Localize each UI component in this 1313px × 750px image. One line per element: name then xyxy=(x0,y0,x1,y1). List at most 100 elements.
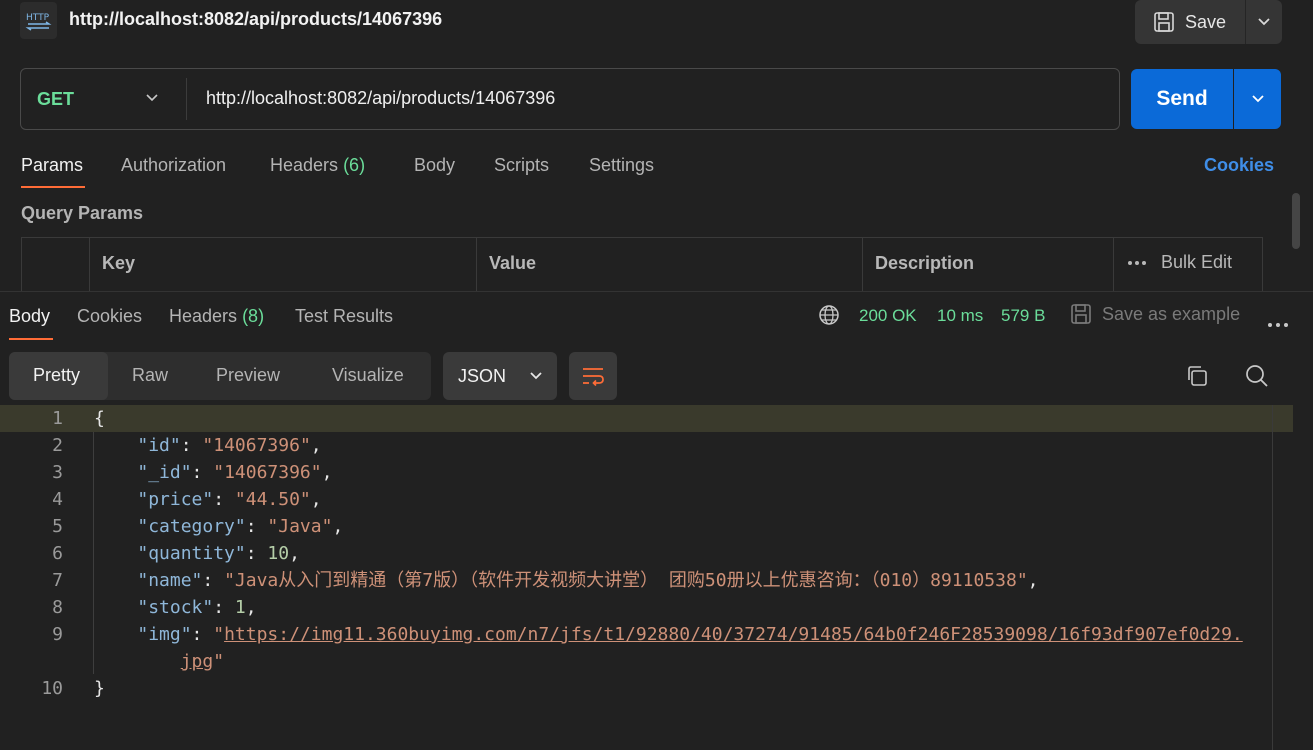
tab-settings[interactable]: Settings xyxy=(589,155,654,176)
line-number: 1 xyxy=(52,408,63,429)
save-icon xyxy=(1154,12,1174,32)
code-text: "id": "14067396", xyxy=(137,435,322,456)
json-value: 1 xyxy=(234,597,246,618)
json-key: "category" xyxy=(137,516,246,537)
tab-scripts[interactable]: Scripts xyxy=(494,155,549,176)
headers-count: (6) xyxy=(343,155,366,175)
code-line: 7 "name": "Java从入门到精通（第7版）（软件开发视频大讲堂） 团购… xyxy=(0,567,1293,594)
response-tab-body[interactable]: Body xyxy=(9,306,50,327)
wrap-lines-icon xyxy=(583,368,604,386)
code-text: } xyxy=(94,678,105,699)
column-divider xyxy=(862,237,863,291)
response-tab-headers-label: Headers xyxy=(169,306,238,326)
code-text: "category": "Java", xyxy=(137,516,344,537)
response-time[interactable]: 10 ms xyxy=(937,306,983,326)
response-tab-headers[interactable]: Headers (8) xyxy=(169,306,264,327)
json-value: "44.50" xyxy=(234,489,311,510)
json-key: "stock" xyxy=(137,597,214,618)
line-number: 3 xyxy=(52,462,63,483)
code-text: { xyxy=(94,408,105,429)
image-url-link[interactable]: jpg xyxy=(181,651,214,672)
view-visualize[interactable]: Visualize xyxy=(332,365,404,386)
code-text: "stock": 1, xyxy=(137,597,257,618)
json-key: "_id" xyxy=(137,462,192,483)
json-value: "14067396" xyxy=(213,462,322,483)
code-line: 6 "quantity": 10, xyxy=(0,540,1293,567)
column-divider xyxy=(1113,237,1114,291)
view-pretty[interactable]: Pretty xyxy=(33,365,80,386)
code-text: "price": "44.50", xyxy=(137,489,322,510)
code-line: 3 "_id": "14067396", xyxy=(0,459,1293,486)
cookies-link[interactable]: Cookies xyxy=(1204,155,1274,176)
code-line-wrapped: jpg" xyxy=(0,648,1293,675)
code-text: "_id": "14067396", xyxy=(137,462,333,483)
code-text: "img": "https://img11.360buyimg.com/n7/j… xyxy=(137,624,1243,645)
code-text: "name": "Java从入门到精通（第7版）（软件开发视频大讲堂） 团购50… xyxy=(137,570,1039,591)
json-key: "img" xyxy=(137,624,192,645)
column-divider xyxy=(476,237,477,291)
save-label: Save xyxy=(1185,11,1227,32)
json-key: "quantity" xyxy=(137,543,246,564)
line-number: 9 xyxy=(52,624,63,645)
tab-body[interactable]: Body xyxy=(414,155,455,176)
send-button[interactable]: Send xyxy=(1131,69,1233,129)
copy-icon[interactable] xyxy=(1185,364,1209,393)
save-button[interactable]: Save xyxy=(1135,0,1245,44)
divider xyxy=(186,78,187,120)
save-dropdown-button[interactable] xyxy=(1245,0,1282,44)
query-params-label: Query Params xyxy=(21,203,144,223)
code-line: 10 } xyxy=(0,675,1293,702)
json-key: "id" xyxy=(137,435,181,456)
column-divider xyxy=(89,237,90,291)
code-line: 4 "price": "44.50", xyxy=(0,486,1293,513)
wrap-lines-button[interactable] xyxy=(569,352,617,400)
line-number: 5 xyxy=(52,516,63,537)
json-key: "price" xyxy=(137,489,214,510)
url-input[interactable]: http://localhost:8082/api/products/14067… xyxy=(206,88,555,109)
view-raw[interactable]: Raw xyxy=(132,365,168,386)
code-line: 2 "id": "14067396", xyxy=(0,432,1293,459)
url-bar xyxy=(20,68,1120,130)
format-select[interactable]: JSON xyxy=(443,352,557,400)
response-tab-cookies[interactable]: Cookies xyxy=(77,306,142,327)
save-icon xyxy=(1071,304,1091,324)
image-url-link[interactable]: https://img11.360buyimg.com/n7/jfs/t1/92… xyxy=(224,624,1243,645)
json-value: "14067396" xyxy=(202,435,311,456)
query-params-table xyxy=(21,237,1263,291)
save-as-example-button[interactable]: Save as example xyxy=(1070,303,1240,325)
response-tab-test-results[interactable]: Test Results xyxy=(295,306,393,327)
send-dropdown-button[interactable] xyxy=(1234,69,1281,129)
request-title[interactable]: http://localhost:8082/api/products/14067… xyxy=(69,9,442,30)
active-tab-indicator xyxy=(9,338,53,340)
status-code[interactable]: 200 OK xyxy=(859,306,917,326)
view-preview[interactable]: Preview xyxy=(216,365,280,386)
tab-authorization[interactable]: Authorization xyxy=(121,155,226,176)
json-value: "Java从入门到精通（第7版）（软件开发视频大讲堂） 团购50册以上优惠咨询：… xyxy=(224,570,1028,591)
bulk-edit-button[interactable]: Bulk Edit xyxy=(1127,252,1232,273)
code-line: 5 "category": "Java", xyxy=(0,513,1293,540)
column-header-value: Value xyxy=(489,253,537,273)
chevron-down-icon xyxy=(530,372,542,380)
pane-divider[interactable] xyxy=(0,291,1313,292)
globe-icon[interactable] xyxy=(818,304,840,331)
line-number: 10 xyxy=(41,678,63,699)
code-line: 9 "img": "https://img11.360buyimg.com/n7… xyxy=(0,621,1293,648)
search-icon[interactable] xyxy=(1245,364,1269,393)
code-text: "quantity": 10, xyxy=(137,543,300,564)
editor-scrollbar-track[interactable] xyxy=(1272,405,1273,750)
json-value: "Java" xyxy=(267,516,333,537)
line-number: 7 xyxy=(52,570,63,591)
tab-params[interactable]: Params xyxy=(21,155,83,176)
response-headers-count: (8) xyxy=(242,306,265,326)
method-select[interactable]: GET xyxy=(37,89,74,110)
indent-guide xyxy=(93,432,94,674)
more-options-icon[interactable] xyxy=(1267,312,1289,333)
active-tab-indicator xyxy=(21,186,85,188)
response-size[interactable]: 579 B xyxy=(1001,306,1045,326)
code-line: 1 { xyxy=(0,405,1293,432)
chevron-down-icon[interactable] xyxy=(144,90,160,111)
code-text: jpg" xyxy=(180,651,225,672)
scrollbar[interactable] xyxy=(1292,193,1300,249)
line-number: 2 xyxy=(52,435,63,456)
tab-headers[interactable]: Headers (6) xyxy=(270,155,365,176)
